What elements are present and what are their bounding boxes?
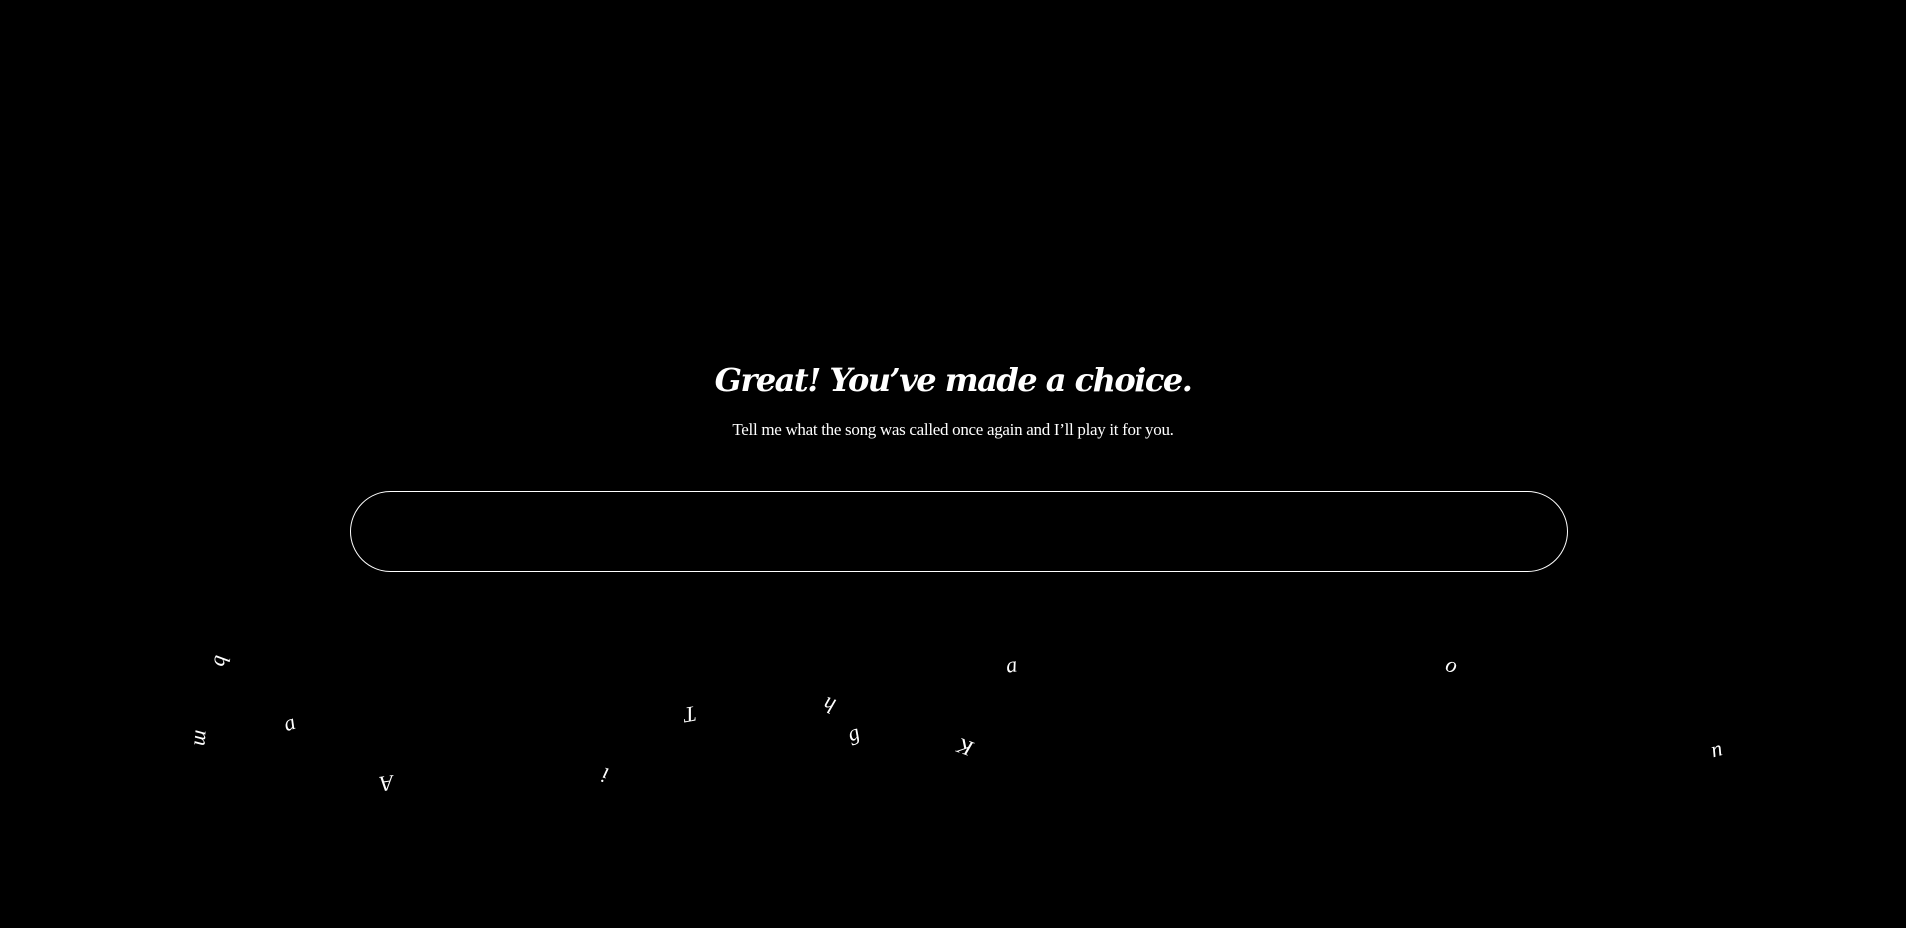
page-title: Great! You’ve made a choice. — [714, 361, 1193, 399]
song-name-input[interactable] — [350, 491, 1568, 572]
page-stage: Great! You’ve made a choice. Tell me wha… — [0, 0, 1906, 928]
floating-letter: T — [682, 701, 699, 728]
floating-letter: a — [1004, 651, 1019, 678]
floating-letter: i — [598, 762, 612, 789]
floating-letter: m — [189, 729, 216, 748]
floating-letter: o — [1443, 651, 1461, 679]
floating-letter: b — [208, 653, 236, 669]
floating-letter: h — [819, 691, 839, 720]
page-subtitle: Tell me what the song was called once ag… — [732, 420, 1174, 439]
floating-letter: a — [280, 708, 299, 737]
floating-letter: K — [953, 733, 977, 762]
floating-letter: A — [378, 770, 396, 797]
floating-letter: u — [1709, 739, 1727, 767]
floating-letter: g — [843, 718, 863, 747]
